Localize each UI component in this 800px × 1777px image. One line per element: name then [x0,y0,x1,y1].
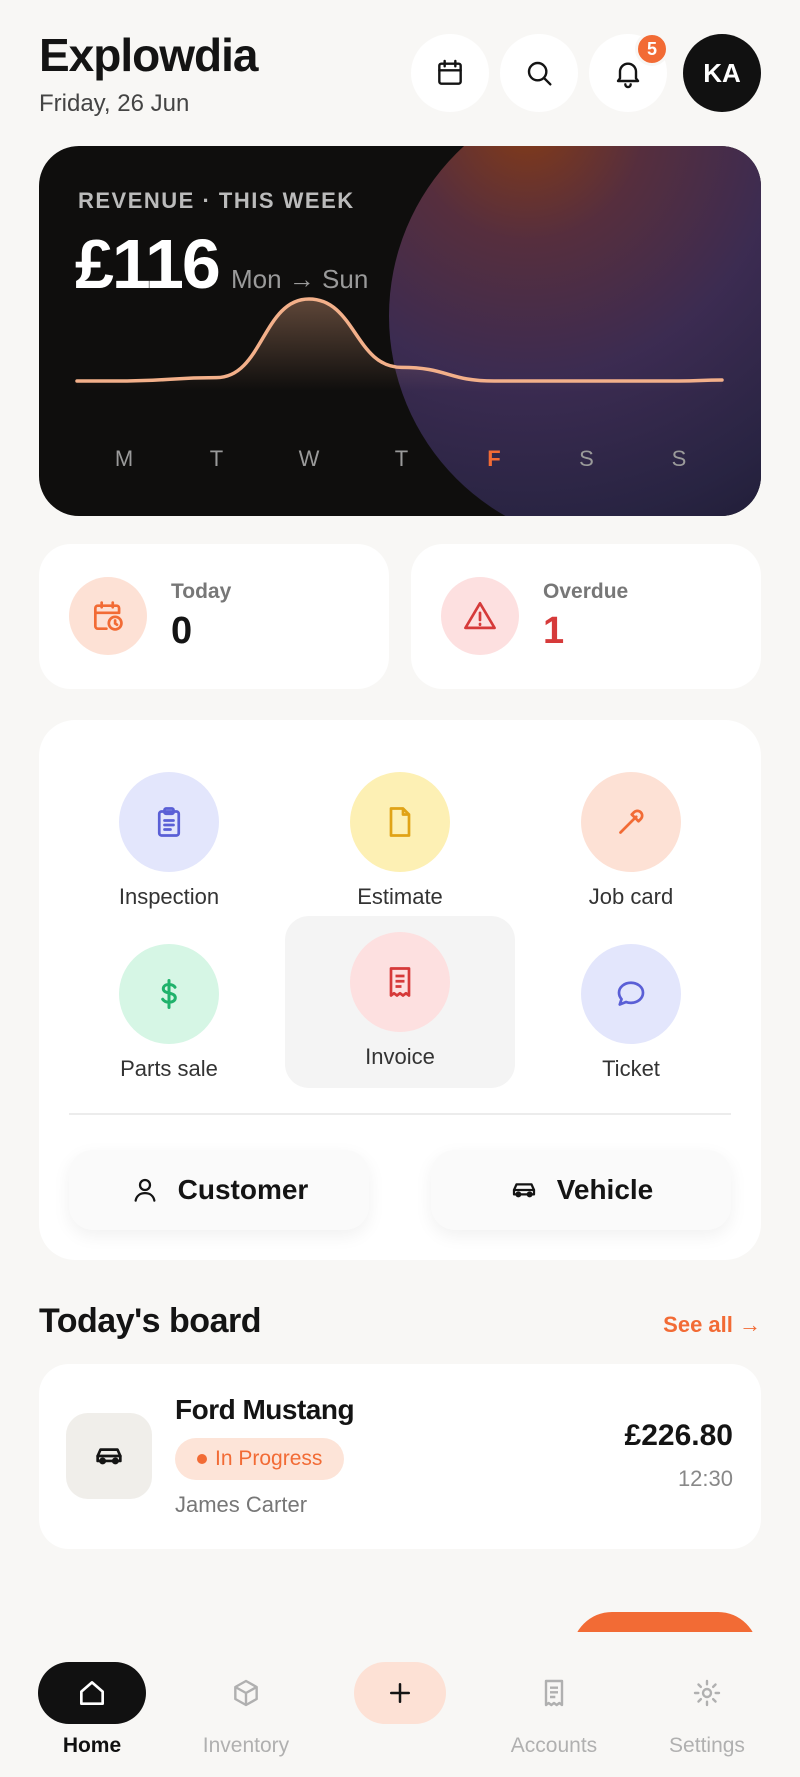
overdue-label: Overdue [543,580,629,603]
day-label: T [209,446,224,471]
nav-inventory-label: Inventory [202,1734,290,1757]
overdue-icon-wrap [441,577,519,655]
bell-icon [616,62,640,89]
calendar-icon [438,59,462,85]
app-title: Explowdia [39,29,258,81]
inventory-icon-wrap [192,1662,300,1724]
quick-actions-panel: Inspection Estimate Job card Parts sale … [39,720,761,1260]
parts-sale-label: Parts sale [120,1056,218,1081]
day-label: S [579,446,594,471]
ticket-label: Ticket [602,1056,660,1081]
car-icon [512,1183,535,1198]
search-icon [527,61,552,86]
ticket-icon-wrap [581,944,681,1044]
day-label: W [298,446,320,471]
calendar-button[interactable] [411,34,489,112]
accounts-icon-wrap [500,1662,608,1724]
job-card-icon-wrap [581,772,681,872]
nav-accounts-label: Accounts [510,1734,598,1757]
estimate-action[interactable]: Estimate [285,756,515,928]
job-time: 12:30 [677,1466,733,1491]
home-icon-wrap [38,1662,146,1724]
nav-settings-label: Settings [669,1734,745,1757]
gear-icon [693,1679,721,1707]
nav-add-button[interactable] [354,1662,446,1724]
invoice-action[interactable]: Invoice [285,916,515,1088]
revenue-line [75,297,724,383]
board-title: Today's board [39,1302,262,1340]
add-vehicle-button[interactable]: Vehicle [431,1150,731,1230]
add-customer-button[interactable]: Customer [69,1150,369,1230]
nav-home[interactable]: Home [27,1662,157,1758]
nav-settings[interactable]: Settings [642,1662,772,1758]
inspection-label: Inspection [118,884,220,909]
notification-badge: 5 [635,32,669,66]
wrench-icon [619,809,644,834]
overdue-value: 1 [543,610,565,652]
revenue-card[interactable]: REVENUE · THIS WEEK £116 Mon → Sun MTWTF… [39,146,761,516]
customer-label: Customer [177,1174,309,1205]
box-icon [234,1679,258,1707]
see-all-link[interactable]: See all → [663,1312,761,1338]
receipt-icon [544,1679,564,1707]
header: Explowdia Friday, 26 Jun 5 KA [39,28,761,117]
warning-icon [464,601,496,630]
today-label: Today [171,580,232,603]
receipt-icon [389,967,411,997]
job-customer: James Carter [175,1492,308,1517]
revenue-area [77,299,722,391]
job-vehicle-name: Ford Mustang [175,1394,355,1425]
vehicle-label: Vehicle [556,1174,654,1205]
divider [69,1113,731,1115]
job-card-action[interactable]: Job card [516,756,746,928]
today-icon-wrap [69,577,147,655]
estimate-label: Estimate [357,884,443,909]
nav-accounts[interactable]: Accounts [489,1662,619,1758]
vehicle-thumb [66,1413,152,1499]
calendar-clock-icon [93,601,123,631]
invoice-icon-wrap [350,932,450,1032]
document-icon [389,807,411,837]
overdue-stat-card[interactable]: Overdue 1 [411,544,761,689]
today-value: 0 [171,610,193,652]
inspection-action[interactable]: Inspection [54,756,284,928]
settings-icon-wrap [653,1662,761,1724]
day-label: T [394,446,409,471]
clipboard-icon [157,807,181,837]
job-card-label: Job card [588,884,674,909]
ticket-action[interactable]: Ticket [516,928,746,1100]
notifications-button[interactable]: 5 [589,32,669,112]
nav-inventory[interactable]: Inventory [181,1662,311,1758]
estimate-icon-wrap [350,772,450,872]
chat-bubble-icon [617,981,645,1006]
today-stat-card[interactable]: Today 0 [39,544,389,689]
inspection-icon-wrap [119,772,219,872]
day-label: S [671,446,687,471]
home-icon [80,1681,104,1705]
car-icon [96,1448,122,1465]
plus-icon [390,1683,410,1703]
job-amount: £226.80 [624,1419,733,1452]
avatar[interactable]: KA [683,34,761,112]
parts-sale-action[interactable]: Parts sale [54,928,284,1100]
status-badge: In Progress [175,1438,345,1480]
parts-sale-icon-wrap [119,944,219,1044]
dollar-icon [161,979,177,1009]
day-label: M [114,446,134,471]
invoice-label: Invoice [365,1044,435,1069]
search-button[interactable] [500,34,578,112]
current-date: Friday, 26 Jun [39,90,190,117]
user-icon [134,1178,156,1202]
job-card-item[interactable]: Ford Mustang In Progress James Carter £2… [39,1364,761,1549]
day-label: F [487,446,501,471]
nav-home-label: Home [62,1734,122,1757]
bottom-nav: Home Inventory Accounts Settings [0,1632,800,1777]
